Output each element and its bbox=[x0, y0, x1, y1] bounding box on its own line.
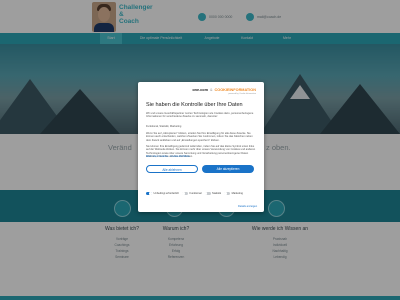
toggle-necessary[interactable]: Unbedingt erforderlich bbox=[146, 192, 179, 196]
consent-toggles: Unbedingt erforderlich Funktional Statis… bbox=[146, 192, 256, 196]
toggle-statistics[interactable]: Statistik bbox=[204, 192, 221, 196]
logo-subtitle: powered by Cookie Information bbox=[228, 93, 256, 95]
toggle-functional[interactable]: Funktional bbox=[182, 192, 202, 196]
one-com-logo: one.com bbox=[192, 88, 208, 92]
cookieinformation-logo: COOKIEINFORMATION bbox=[214, 88, 256, 92]
dialog-logos: one.com & COOKIEINFORMATION bbox=[192, 88, 256, 92]
reject-all-button[interactable]: Alle ablehnen bbox=[146, 165, 198, 173]
toggle-switch[interactable] bbox=[146, 192, 152, 196]
toggle-switch[interactable] bbox=[204, 192, 211, 196]
dialog-consent-info: Wenn Sie auf „Akzeptieren" klicken, erte… bbox=[146, 132, 253, 142]
dialog-purposes: Funktional, Statistik, Marketing bbox=[146, 125, 182, 128]
dialog-intro: Wir und unsere Geschäftspartner nutzen T… bbox=[146, 112, 254, 119]
dialog-title: Sie haben die Kontrolle über Ihre Daten bbox=[146, 102, 243, 108]
toggle-switch[interactable] bbox=[224, 192, 231, 196]
accept-all-button[interactable]: Alle akzeptieren bbox=[202, 165, 254, 173]
toggle-switch[interactable] bbox=[182, 192, 189, 196]
dialog-links[interactable]: Mehr über Cookies · Cookie-Richtlinie bbox=[146, 155, 256, 158]
show-details-link[interactable]: Details anzeigen bbox=[238, 205, 257, 208]
page: Challenger & Coach 0000 000 0000 mail@co… bbox=[0, 0, 400, 300]
toggle-marketing[interactable]: Marketing bbox=[224, 192, 243, 196]
